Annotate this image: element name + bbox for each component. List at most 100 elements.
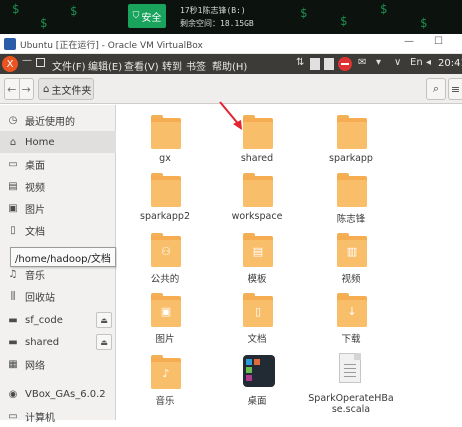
trash-icon: ⫼ <box>10 290 16 302</box>
file-item-desktop[interactable]: 桌面 <box>217 349 297 407</box>
sidebar-item-computer[interactable]: ▭ 计算机 <box>0 405 116 427</box>
sidebar-item-label: shared <box>25 336 60 348</box>
menu-bookmarks[interactable]: 书签 <box>186 58 206 73</box>
minimize-window-button[interactable]: — <box>22 55 32 66</box>
picture-icon: ▣ <box>8 202 18 214</box>
menu-view[interactable]: 查看(V) <box>124 58 159 73</box>
sidebar-item-desktop[interactable]: ▭ 桌面 <box>0 153 116 175</box>
path-label: 主文件夹 <box>51 85 92 97</box>
file-item-workspace[interactable]: workspace <box>217 167 297 223</box>
file-item-downloads[interactable]: ↓ 下载 <box>311 287 391 345</box>
file-item-scala[interactable]: SparkOperateHBase.scala <box>303 349 399 415</box>
template-icon: ▤ <box>252 245 264 258</box>
public-folder-icon: ⚇ <box>151 233 181 267</box>
file-item-sparkapp[interactable]: sparkapp <box>311 109 391 165</box>
sidebar-item-recent[interactable]: ◷ 最近使用的 <box>0 109 116 131</box>
file-label: 下载 <box>341 334 361 345</box>
back-button[interactable]: ← <box>5 79 19 99</box>
sidebar-item-label: 最近使用的 <box>25 116 75 128</box>
battery-icon[interactable] <box>310 58 320 70</box>
file-item-chenzhifeng[interactable]: 陈志锋 <box>311 167 391 225</box>
matrix-glyph: $ <box>340 14 348 28</box>
arrows-icon[interactable]: ⇅ <box>296 57 304 68</box>
file-item-documents[interactable]: ▯ 文档 <box>217 287 297 345</box>
matrix-glyph: $ <box>380 2 388 16</box>
file-item-gx[interactable]: gx <box>125 109 205 165</box>
sidebar-item-label: sf_code <box>25 314 63 326</box>
sidebar-item-pictures[interactable]: ▣ 图片 <box>0 197 116 219</box>
file-item-pictures[interactable]: ▣ 图片 <box>125 287 205 345</box>
volume-icon[interactable]: ◂ <box>426 57 431 68</box>
shield-icon: ⛉ <box>132 11 140 21</box>
search-icon: ⌕ <box>432 82 440 95</box>
music-icon: ♪ <box>162 367 170 380</box>
share-icon: ⚇ <box>161 245 171 258</box>
file-label: 音乐 <box>155 396 175 407</box>
menu-edit[interactable]: 编辑(E) <box>88 58 122 73</box>
file-label: 文档 <box>247 334 267 345</box>
menu-help[interactable]: 帮助(H) <box>212 58 247 73</box>
wifi-icon[interactable]: ▾ <box>376 57 381 68</box>
no-entry-icon[interactable] <box>338 57 352 71</box>
sidebar-item-label: 图片 <box>25 204 45 216</box>
eject-button[interactable]: ⏏ <box>96 312 112 328</box>
sidebar-item-network[interactable]: ▦ 网络 <box>0 353 116 375</box>
banner-line-2: 剩余空间：18.15GB <box>180 19 254 28</box>
sidebar-item-documents[interactable]: ▯ 文档 <box>0 219 116 241</box>
matrix-glyph: $ <box>40 16 48 30</box>
safe-badge[interactable]: ⛉ 安全 <box>128 4 166 28</box>
sidebar-item-home[interactable]: ⌂ Home <box>0 131 116 153</box>
picture-icon: ▣ <box>160 305 172 318</box>
home-icon: ⌂ <box>9 136 17 148</box>
file-item-music[interactable]: ♪ 音乐 <box>125 349 205 407</box>
menu-go[interactable]: 转到 <box>162 58 182 73</box>
sidebar-item-label: 桌面 <box>25 160 45 172</box>
sidebar-item-shared[interactable]: ▬ shared ⏏ <box>0 331 116 353</box>
sidebar-item-videos[interactable]: ▤ 视频 <box>0 175 116 197</box>
mail-icon[interactable]: ✉ <box>358 57 366 68</box>
matrix-glyph: $ <box>70 4 78 18</box>
search-button[interactable]: ⌕ <box>426 78 446 100</box>
storage-icon[interactable] <box>324 58 334 70</box>
sidebar-item-label: 计算机 <box>25 412 55 424</box>
sidebar-item-trash[interactable]: ⫼ 回收站 <box>0 285 116 307</box>
folder-icon <box>243 173 273 207</box>
virtualbox-title-bar: Ubuntu [正在运行] - Oracle VM VirtualBox — ☐ <box>0 34 462 54</box>
sidebar-item-vbox-gas[interactable]: ◉ VBox_GAs_6.0.2 <box>0 383 116 405</box>
file-label: 陈志锋 <box>336 214 366 225</box>
chevron-icon[interactable]: ∨ <box>394 57 401 68</box>
keyboard-layout-indicator[interactable]: En <box>410 57 423 68</box>
file-label: 视频 <box>341 274 361 285</box>
forward-button[interactable]: → <box>18 79 34 99</box>
document-icon: ▯ <box>254 305 262 318</box>
network-icon: ▦ <box>8 358 18 370</box>
sidebar-item-label: 文档 <box>25 226 45 238</box>
file-item-sparkapp2[interactable]: sparkapp2 <box>125 167 205 223</box>
eject-button[interactable]: ⏏ <box>96 334 112 350</box>
sidebar-item-label: 音乐 <box>25 270 45 282</box>
clock[interactable]: 20:41 <box>438 58 462 69</box>
annotation-arrow <box>219 101 242 130</box>
file-view: gx shared sparkapp sparkapp2 workspace 陈… <box>117 105 462 420</box>
menu-file[interactable]: 文件(F) <box>52 58 86 73</box>
folder-icon <box>337 115 367 149</box>
minimize-button[interactable]: — <box>404 36 414 47</box>
file-item-videos[interactable]: ▥ 视频 <box>311 227 391 285</box>
sidebar-item-label: Home <box>25 136 55 148</box>
disc-icon: ◉ <box>8 388 18 400</box>
close-button[interactable]: X <box>2 56 18 72</box>
file-label: sparkapp <box>329 153 373 164</box>
music-icon: ♫ <box>8 268 18 280</box>
path-button-home[interactable]: ⌂ 主文件夹 <box>38 78 94 100</box>
banner-line-1: 17秒1陈志锋(B:) <box>180 6 246 15</box>
file-item-templates[interactable]: ▤ 模板 <box>217 227 297 285</box>
menu-button[interactable]: ≡ <box>448 78 462 100</box>
sidebar-item-sf-code[interactable]: ▬ sf_code ⏏ <box>0 309 116 331</box>
maximize-window-button[interactable] <box>36 58 45 67</box>
sidebar-item-label: 网络 <box>25 360 45 372</box>
file-label: workspace <box>231 211 283 222</box>
maximize-button[interactable]: ☐ <box>434 36 443 47</box>
desktop-launcher-icon <box>243 355 275 387</box>
file-item-public[interactable]: ⚇ 公共的 <box>125 227 205 285</box>
file-label: 桌面 <box>247 396 267 407</box>
